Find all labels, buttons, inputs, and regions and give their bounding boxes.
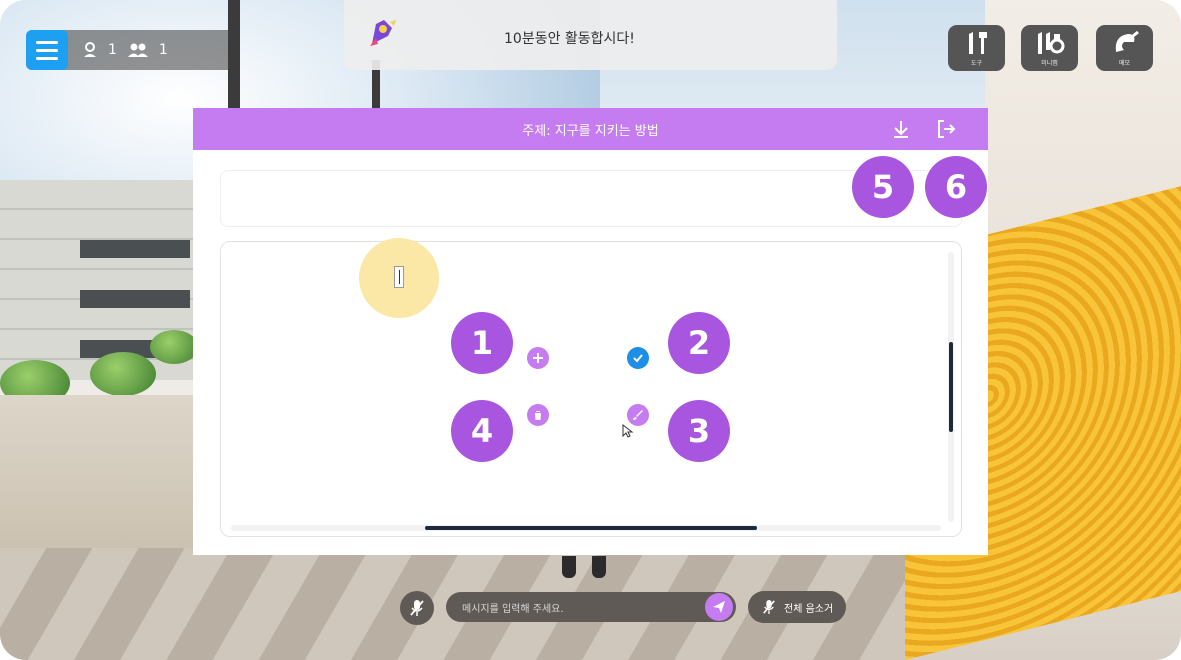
callout-badge-5: 5 [852, 156, 914, 218]
plus-icon [533, 353, 543, 363]
game-screen: 1 1 10분동안 활동합시다! 도구 미니맵 메모 주제: 지구를 지키는 방… [0, 0, 1181, 660]
memo-label: 메모 [1118, 60, 1131, 67]
horizontal-scrollbar[interactable] [425, 526, 757, 530]
chat-message-input[interactable]: 메시지를 입력해 주세요. [446, 592, 736, 622]
single-user-count: 1 [108, 42, 117, 58]
tools-button[interactable]: 도구 [948, 25, 1005, 71]
notice-text: 10분동안 활동합시다! [504, 31, 635, 47]
menu-button[interactable] [26, 30, 68, 70]
mute-all-button[interactable]: 전체 음소거 [748, 591, 846, 623]
mic-toggle-button[interactable] [400, 591, 434, 625]
memo-button[interactable]: 메모 [1096, 25, 1153, 71]
hamburger-menu-icon [36, 40, 58, 44]
tools-icon [968, 32, 987, 54]
mindmap-canvas[interactable] [220, 241, 962, 537]
activity-notice: 10분동안 활동합시다! [344, 0, 837, 70]
bush [90, 352, 156, 396]
download-icon[interactable] [890, 118, 912, 140]
bush [150, 330, 198, 364]
callout-badge-3: 3 [668, 400, 730, 462]
trash-icon [534, 411, 542, 420]
node-text-input[interactable] [394, 266, 404, 288]
callout-badge-4: 4 [451, 400, 513, 462]
delete-node-button[interactable] [527, 404, 549, 426]
check-icon [633, 354, 643, 363]
callout-badge-2: 2 [668, 312, 730, 374]
panel-title: 주제: 지구를 지키는 방법 [522, 124, 659, 139]
brush-icon [633, 410, 643, 420]
send-icon [713, 601, 725, 613]
mic-muted-icon [410, 600, 424, 616]
topic-input-box[interactable] [220, 170, 962, 227]
user-counts: 1 1 [82, 42, 168, 58]
minimap-icon [1037, 32, 1064, 54]
people-icon [127, 43, 148, 57]
mouse-cursor-icon [622, 424, 634, 438]
mute-all-icon [763, 600, 775, 614]
send-button[interactable] [705, 593, 733, 621]
rocket-logo-icon [370, 20, 396, 46]
callout-badge-1: 1 [451, 312, 513, 374]
building-windows [80, 290, 190, 308]
mute-all-label: 전체 음소거 [784, 603, 834, 615]
group-user-count: 1 [158, 42, 168, 58]
tools-label: 도구 [970, 60, 983, 67]
user-count-bar: 1 1 [26, 30, 236, 70]
chat-placeholder: 메시지를 입력해 주세요. [462, 604, 564, 615]
avatar-legs [562, 556, 606, 578]
vertical-scrollbar[interactable] [949, 342, 953, 432]
minimap-button[interactable]: 미니맵 [1021, 25, 1078, 71]
confirm-button[interactable] [627, 347, 649, 369]
exit-icon[interactable] [935, 118, 957, 140]
color-brush-button[interactable] [627, 404, 649, 426]
callout-badge-6: 6 [925, 156, 987, 218]
memo-icon [1115, 30, 1139, 52]
add-node-button[interactable] [527, 347, 549, 369]
person-icon [84, 42, 96, 57]
panel-header: 주제: 지구를 지키는 방법 [193, 108, 988, 150]
minimap-label: 미니맵 [1041, 60, 1058, 67]
building-windows [80, 240, 190, 258]
